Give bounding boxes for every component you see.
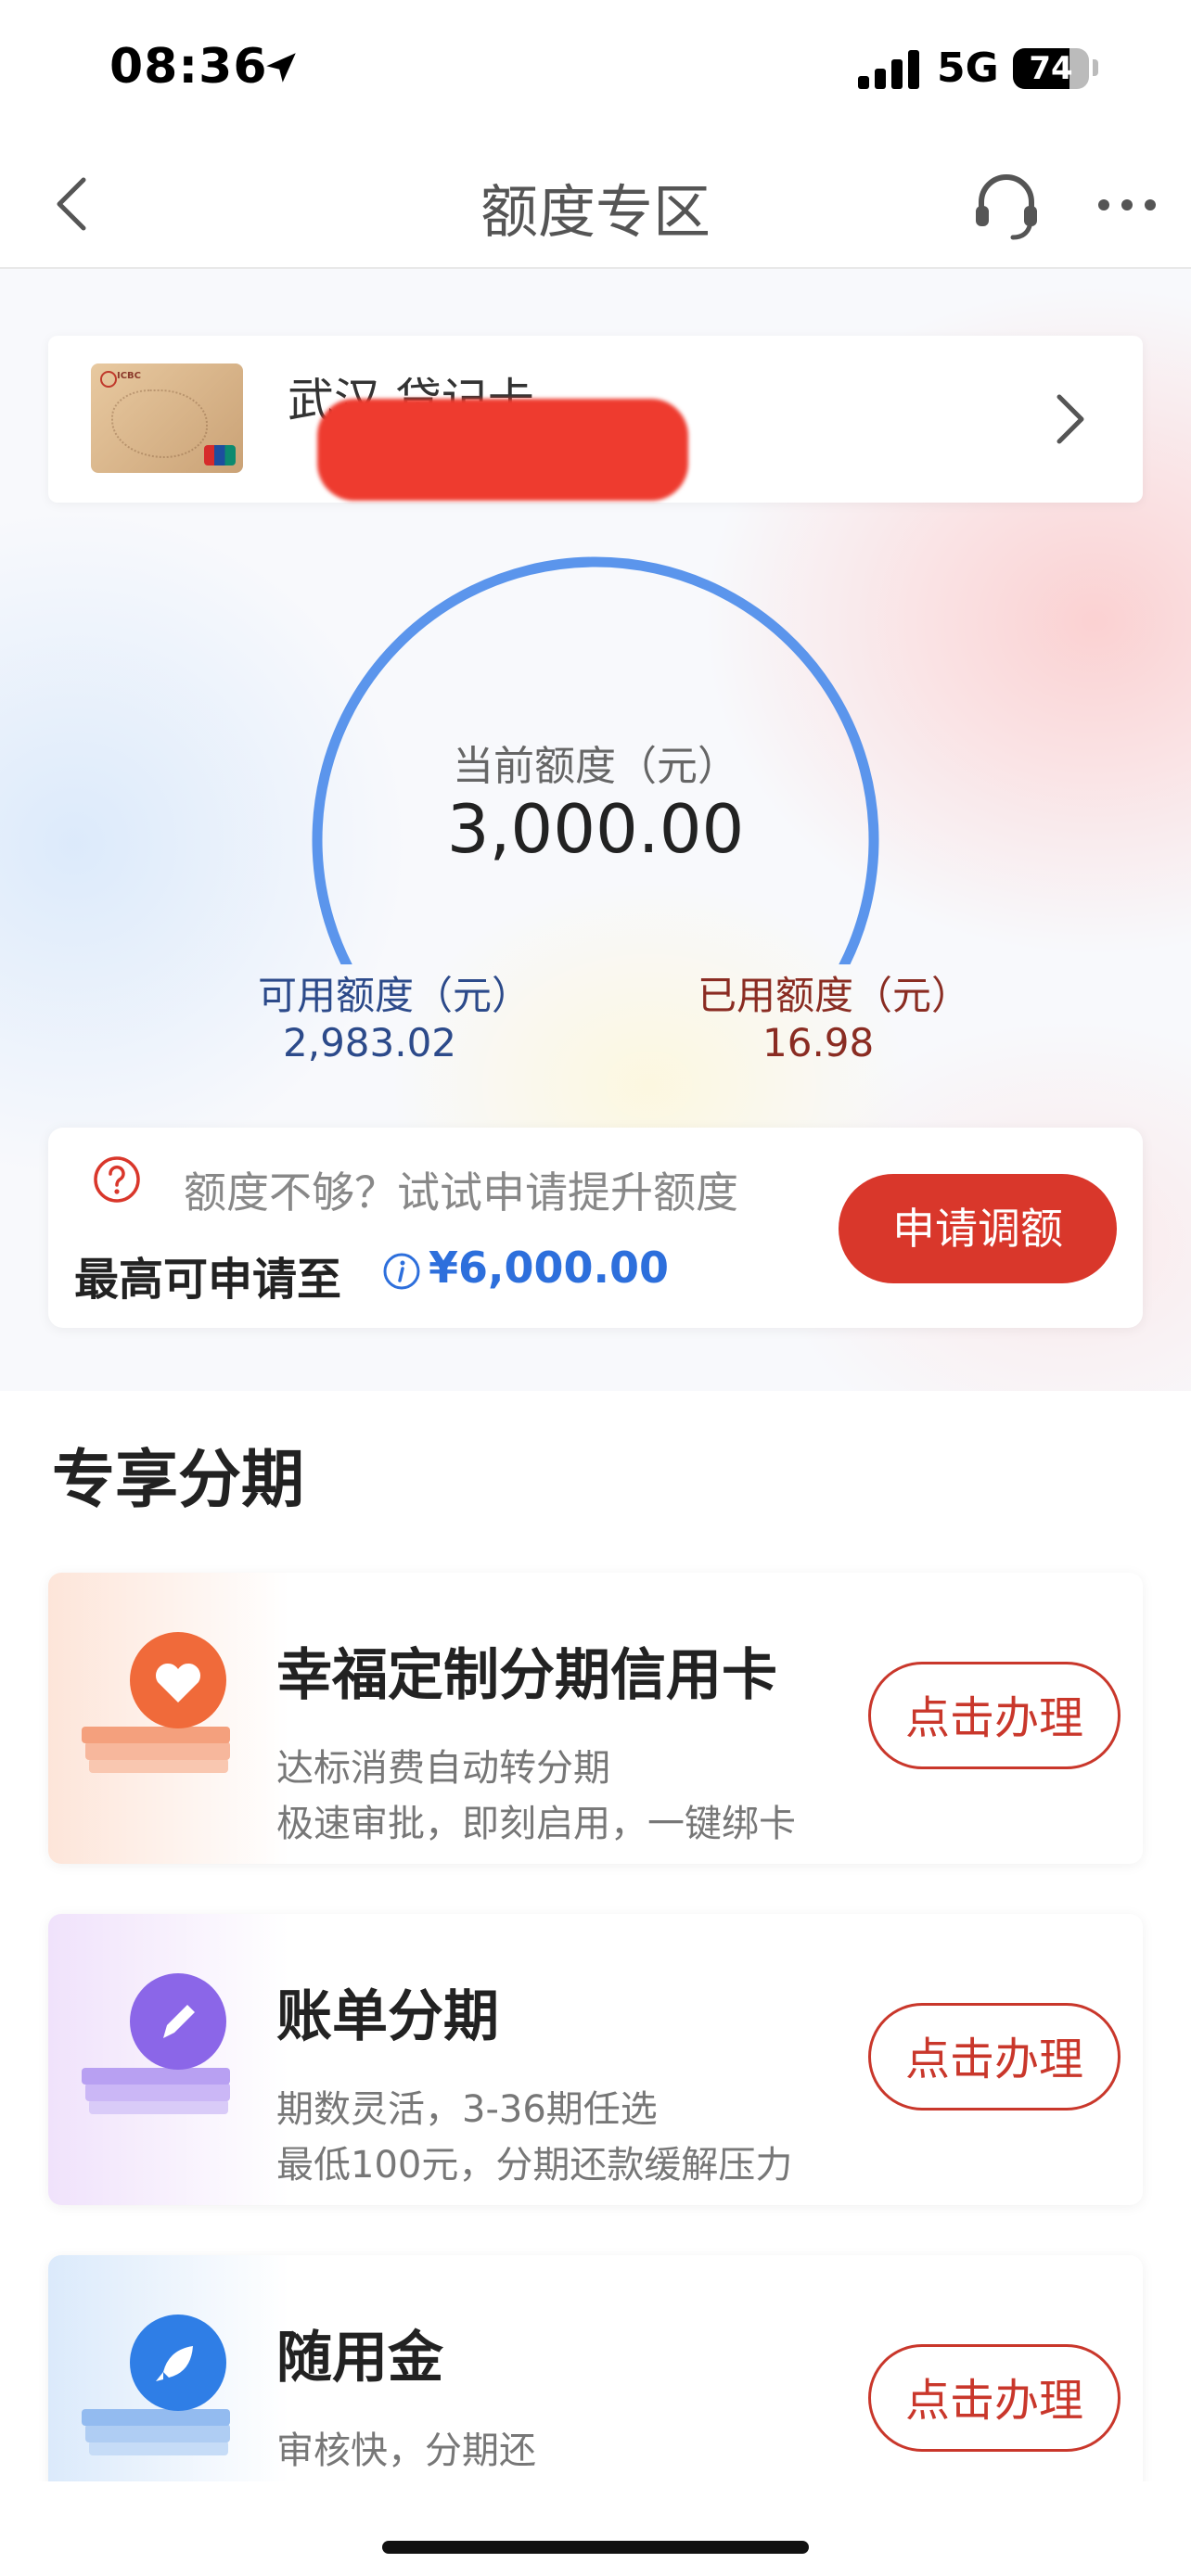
unionpay-icon [204,445,236,465]
network-type: 5G [937,45,999,92]
product-desc-1: 达标消费自动转分期 [276,1747,610,1790]
section-title: 专享分期 [52,1444,305,1517]
chevron-right-icon[interactable] [1041,382,1096,456]
product-card-happiness[interactable]: 幸福定制分期信用卡 达标消费自动转分期 极速审批，即刻启用，一键绑卡 点击办理 [48,1573,1143,1864]
nav-bar: 额度专区 [0,139,1191,269]
product-card-bill-installment[interactable]: 账单分期 期数灵活，3-36期任选 最低100元，分期还款缓解压力 点击办理 [48,1914,1143,2205]
apply-adjust-button[interactable]: 申请调额 [839,1174,1117,1283]
product-title: 随用金 [276,2326,443,2391]
location-arrow-icon [266,53,296,83]
max-limit-value: ¥6,000.00 [429,1243,669,1293]
info-icon[interactable] [382,1252,421,1291]
increase-hint-text: 额度不够？试试申请提升额度 [184,1167,738,1218]
battery-nub [1093,59,1098,76]
more-dots-icon[interactable] [1095,182,1159,228]
product-desc-1: 期数灵活，3-36期任选 [276,2088,658,2131]
heart-icon [82,1632,230,1773]
question-icon[interactable] [93,1155,141,1204]
card-selector[interactable]: ICBC 武汉 贷记卡 [48,336,1143,503]
apply-now-button[interactable]: 点击办理 [868,2344,1121,2452]
available-limit-label: 可用额度（元） [258,973,531,1018]
redacted-card-number [317,399,688,501]
card-map-graphic [111,389,208,458]
product-title: 幸福定制分期信用卡 [276,1643,777,1708]
limit-increase-panel: 额度不够？试试申请提升额度 最高可申请至 ¥6,000.00 申请调额 [48,1128,1143,1328]
status-time: 08:36 [109,39,268,95]
product-desc-2: 最低100元，分期还款缓解压力 [276,2144,793,2187]
bank-logo-text: ICBC [117,371,142,381]
bottom-safe-area [0,2481,1191,2576]
used-limit-value: 16.98 [762,1020,875,1065]
signal-icon [858,48,921,89]
current-limit-label: 当前额度（元） [453,743,738,790]
apply-now-button[interactable]: 点击办理 [868,1662,1121,1769]
home-indicator [382,2541,809,2554]
available-limit-value: 2,983.02 [283,1020,457,1065]
apply-now-button[interactable]: 点击办理 [868,2003,1121,2111]
headset-icon[interactable] [965,163,1048,247]
used-limit-label: 已用额度（元） [698,973,971,1018]
product-title: 账单分期 [276,1984,499,2049]
pencil-icon [82,1973,230,2114]
product-desc-2: 极速审批，即刻启用，一键绑卡 [276,1803,796,1845]
max-limit-label: 最高可申请至 [74,1254,342,1306]
battery-level: 74 [1029,50,1073,87]
battery-icon: 74 [1013,48,1089,89]
credit-card-thumbnail: ICBC [91,363,243,473]
bank-logo-icon [100,371,117,388]
current-limit-value: 3,000.00 [446,790,745,868]
status-bar: 08:36 5G 74 [0,0,1191,139]
product-desc-1: 审核快，分期还 [276,2429,536,2472]
rocket-icon [82,2315,230,2455]
